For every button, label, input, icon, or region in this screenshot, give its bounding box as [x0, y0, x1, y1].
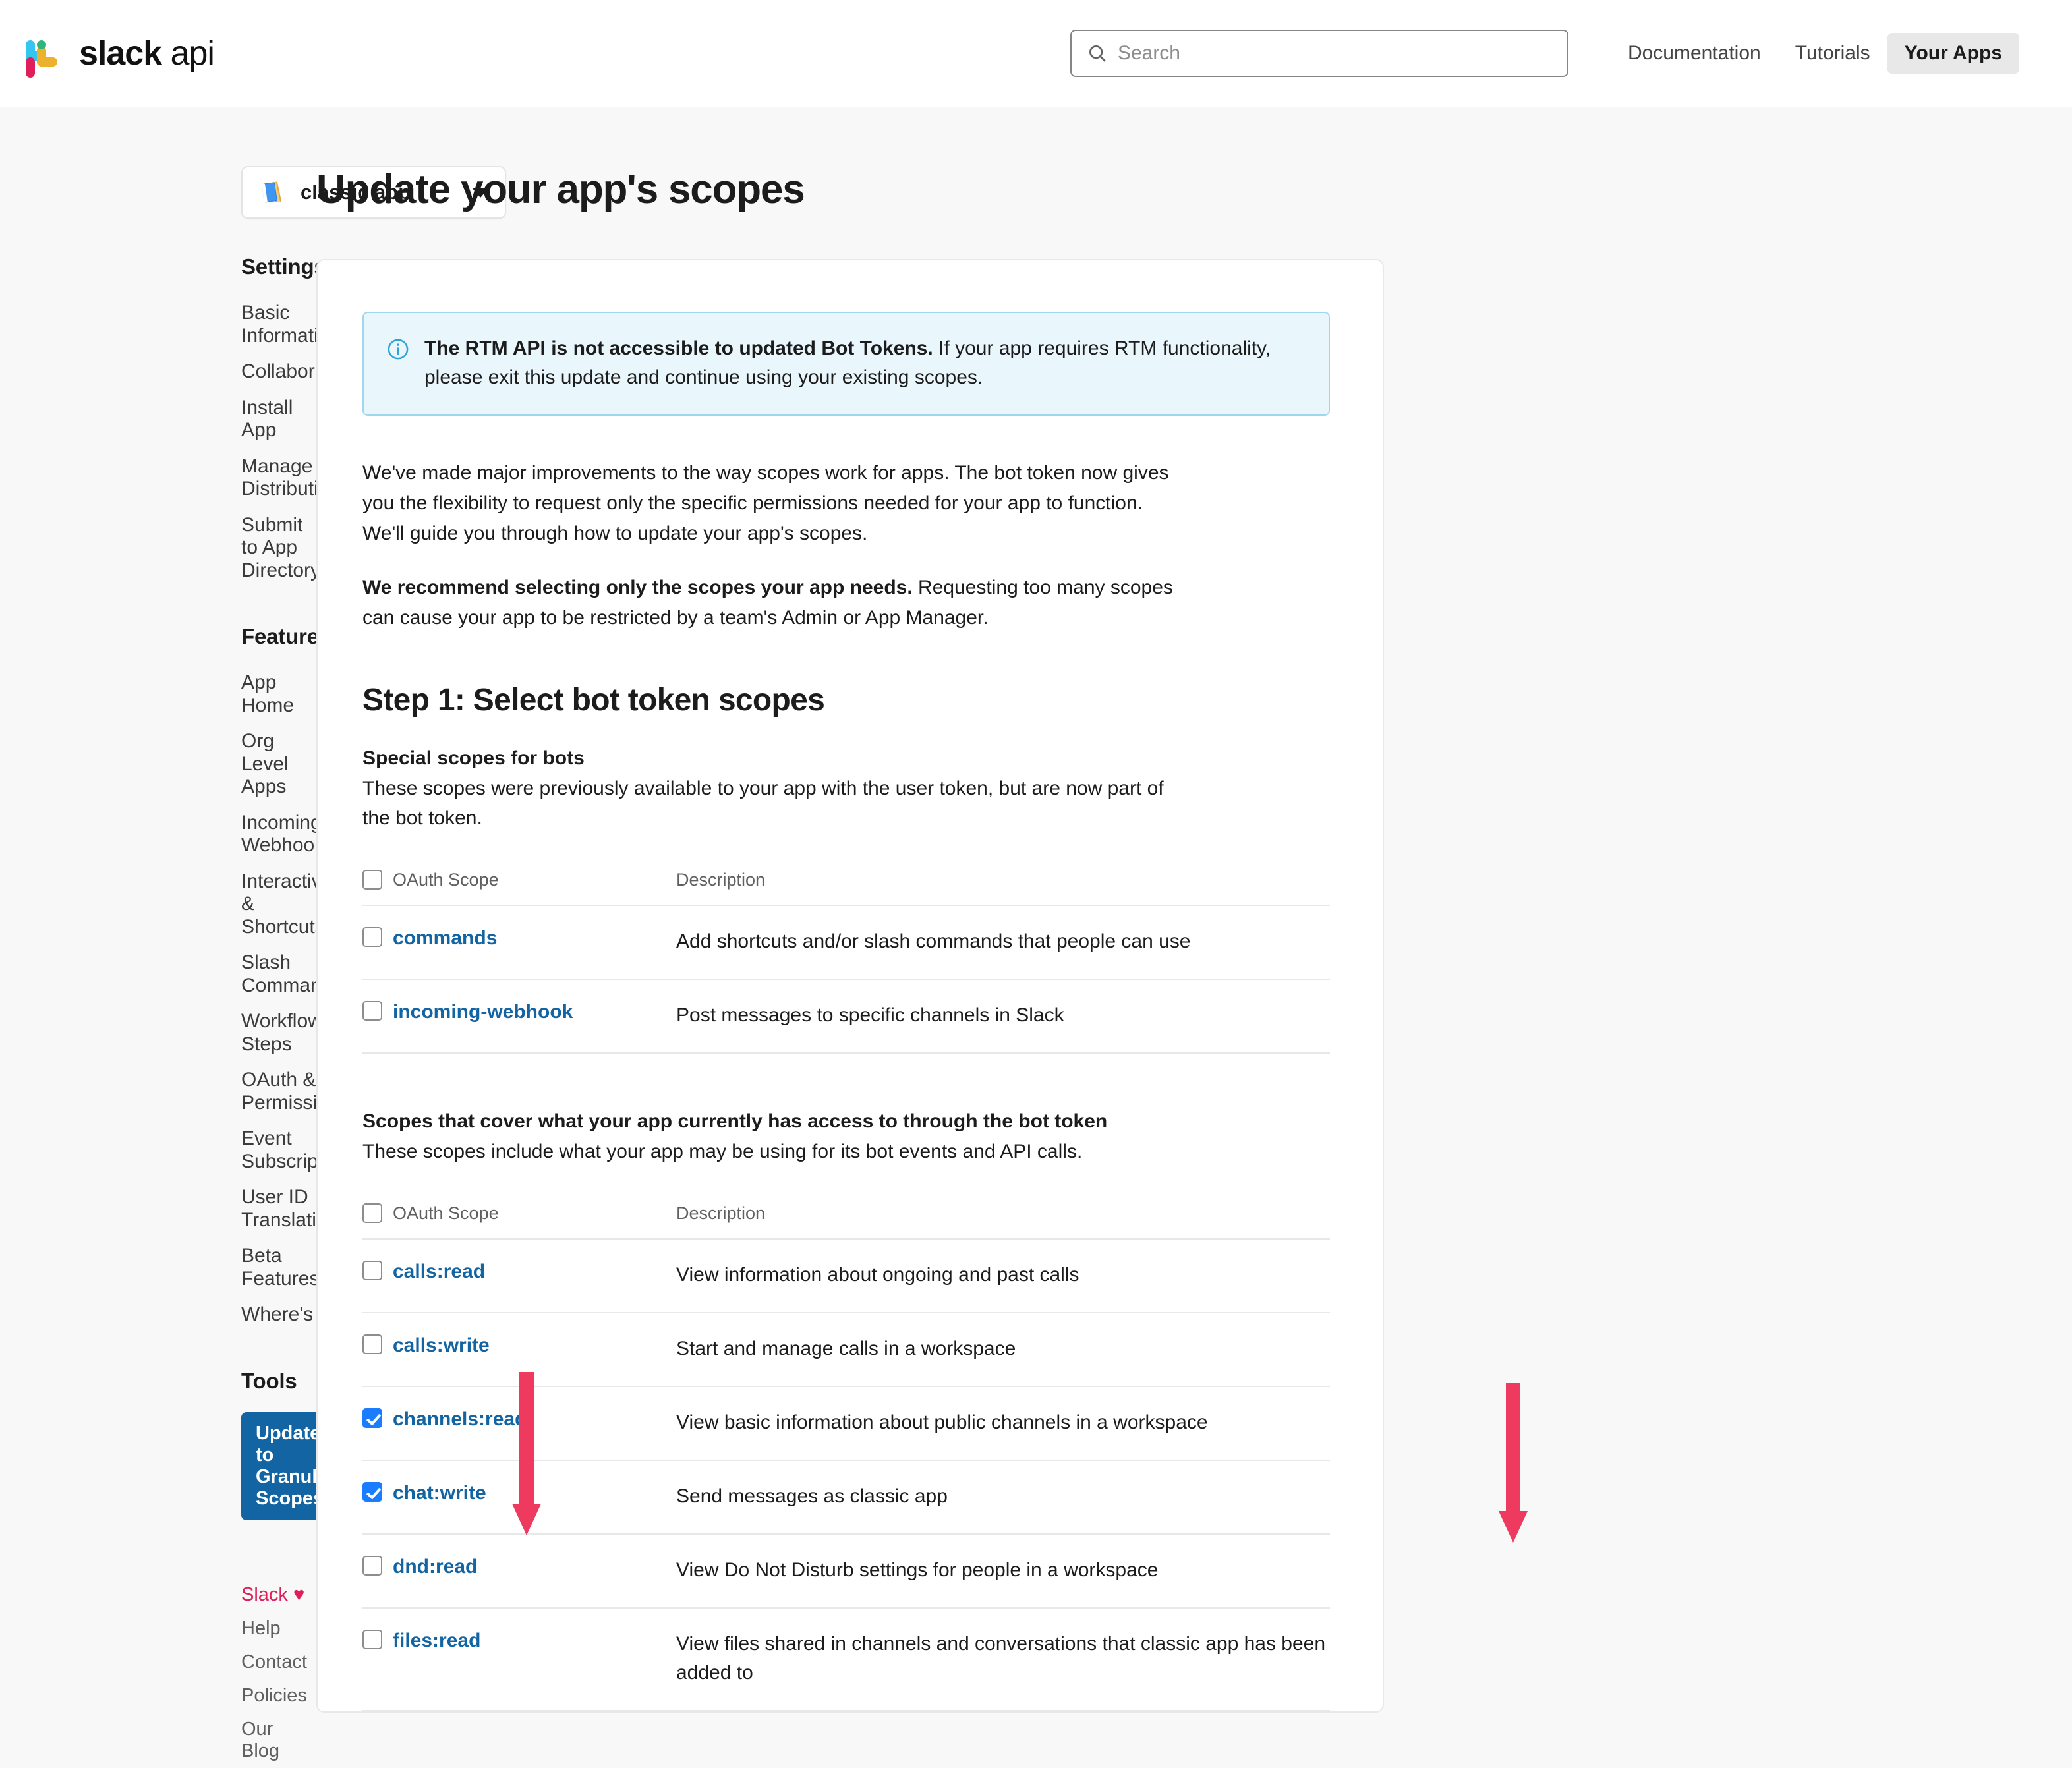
- books-emoji-icon: [262, 181, 281, 203]
- top-header-bar: slack api Documentation Tutorials Your A…: [0, 0, 2072, 107]
- table-header-row: OAuth Scope Description: [362, 1203, 1330, 1239]
- select-all-checkbox[interactable]: [362, 1203, 382, 1223]
- scope-description-calls-read: View information about ongoing and past …: [676, 1263, 1079, 1286]
- scope-description-calls-write: Start and manage calls in a workspace: [676, 1337, 1016, 1359]
- sidebar-item-workflow-steps[interactable]: Workflow Steps: [241, 1004, 322, 1062]
- sidebar-item-submit-to-app-directory[interactable]: Submit to App Directory: [241, 507, 320, 589]
- nav-link-tutorials[interactable]: Tutorials: [1778, 33, 1887, 74]
- scope-link-chat-write[interactable]: chat:write: [393, 1482, 486, 1504]
- select-all-header-cell: [362, 1203, 393, 1239]
- recommend-bold: We recommend selecting only the scopes y…: [362, 576, 913, 598]
- table-row: channels:read View basic information abo…: [362, 1386, 1330, 1461]
- sidebar-item-install-app[interactable]: Install App: [241, 390, 316, 449]
- scope-link-calls-read[interactable]: calls:read: [393, 1261, 485, 1282]
- sidebar-item-slash-commands[interactable]: Slash Commands: [241, 945, 342, 1004]
- scope-checkbox-dnd-read[interactable]: [362, 1556, 382, 1576]
- scope-link-calls-write[interactable]: calls:write: [393, 1334, 490, 1356]
- scope-checkbox-commands[interactable]: [362, 927, 382, 947]
- column-header-description: Description: [676, 1203, 766, 1223]
- select-all-header-cell: [362, 869, 393, 905]
- scope-checkbox-calls-write[interactable]: [362, 1334, 382, 1354]
- scope-description-incoming-webhook: Post messages to specific channels in Sl…: [676, 1004, 1064, 1026]
- scope-description-dnd-read: View Do Not Disturb settings for people …: [676, 1559, 1159, 1582]
- footer-link-policies[interactable]: Policies: [241, 1679, 316, 1713]
- table-row: commands Add shortcuts and/or slash comm…: [362, 905, 1330, 979]
- logo-word-slack: slack: [79, 34, 162, 72]
- scope-description-channels-read: View basic information about public chan…: [676, 1412, 1208, 1434]
- column-header-oauth-scope: OAuth Scope: [393, 1203, 499, 1223]
- sidebar: classic app Settings Basic Information C…: [0, 107, 506, 1768]
- section-desc-special-scopes: These scopes were previously available t…: [362, 777, 1164, 829]
- special-scopes-table: OAuth Scope Description commands Add sho…: [362, 869, 1330, 1054]
- sidebar-group-title-features: Features: [241, 624, 331, 648]
- page-body: classic app Settings Basic Information C…: [0, 107, 2072, 1768]
- table-row: incoming-webhook Post messages to specif…: [362, 979, 1330, 1053]
- page-title: Update your app's scopes: [316, 167, 805, 212]
- table-row: files:read View files shared in channels…: [362, 1608, 1330, 1711]
- rtm-notice-bold: The RTM API is not accessible to updated…: [424, 337, 933, 359]
- section-title-special-scopes: Special scopes for bots: [362, 747, 585, 769]
- sidebar-item-user-id-translation[interactable]: User ID Translation: [241, 1180, 338, 1238]
- info-circle-icon: [388, 339, 409, 360]
- scope-link-dnd-read[interactable]: dnd:read: [393, 1556, 477, 1578]
- nav-link-documentation[interactable]: Documentation: [1611, 33, 1778, 74]
- scope-checkbox-incoming-webhook[interactable]: [362, 1000, 382, 1021]
- search-input[interactable]: [1116, 42, 1551, 65]
- sidebar-item-beta-features[interactable]: Beta Features: [241, 1238, 319, 1297]
- scope-link-commands[interactable]: commands: [393, 927, 497, 949]
- sidebar-item-oauth-permissions[interactable]: OAuth & Permissions: [241, 1062, 349, 1121]
- scope-checkbox-channels-read[interactable]: [362, 1408, 382, 1429]
- sidebar-item-incoming-webhooks[interactable]: Incoming Webhooks: [241, 805, 334, 864]
- rtm-notice-text: The RTM API is not accessible to updated…: [424, 334, 1306, 392]
- rtm-api-notice-banner: The RTM API is not accessible to updated…: [362, 312, 1330, 416]
- slack-api-logo[interactable]: slack api: [24, 33, 215, 78]
- column-header-oauth-scope: OAuth Scope: [393, 869, 499, 890]
- logo-word-api: api: [170, 34, 215, 72]
- sidebar-item-manage-distribution[interactable]: Manage Distribution: [241, 449, 340, 507]
- sidebar-item-org-level-apps[interactable]: Org Level Apps: [241, 724, 316, 805]
- search-icon: [1089, 45, 1106, 62]
- logo-wordmark: slack api: [79, 34, 215, 72]
- sidebar-group-title-settings: Settings: [241, 254, 326, 279]
- step-1-title: Step 1: Select bot token scopes: [362, 682, 825, 718]
- sidebar-item-event-subscriptions[interactable]: Event Subscriptions: [241, 1121, 360, 1180]
- scope-link-files-read[interactable]: files:read: [393, 1630, 480, 1651]
- select-all-checkbox[interactable]: [362, 869, 382, 890]
- column-header-description: Description: [676, 869, 766, 890]
- slack-hash-logo-icon: [24, 33, 65, 78]
- sidebar-item-basic-information[interactable]: Basic Information: [241, 295, 340, 354]
- scope-link-channels-read[interactable]: channels:read: [393, 1408, 527, 1430]
- scopes-card: The RTM API is not accessible to updated…: [316, 259, 1384, 1713]
- scope-link-incoming-webhook[interactable]: incoming-webhook: [393, 1001, 573, 1023]
- scope-checkbox-chat-write[interactable]: [362, 1482, 382, 1502]
- scope-checkbox-calls-read[interactable]: [362, 1260, 382, 1280]
- sidebar-item-collaborators[interactable]: Collaborators: [241, 354, 359, 390]
- recommend-paragraph: We recommend selecting only the scopes y…: [362, 573, 1186, 633]
- sidebar-row-wheres-bot-user: Where's Bot User ?: [241, 1297, 435, 1333]
- sidebar-item-interactivity-shortcuts[interactable]: Interactivity & Shortcuts: [241, 864, 341, 946]
- section-desc-current-access-scopes: These scopes include what your app may b…: [362, 1140, 1083, 1162]
- search-box[interactable]: [1070, 30, 1568, 77]
- sidebar-item-app-home[interactable]: App Home: [241, 665, 316, 724]
- table-row: calls:write Start and manage calls in a …: [362, 1313, 1330, 1387]
- bot-token-scopes-table: OAuth Scope Description calls:read View …: [362, 1203, 1330, 1712]
- footer-link-contact[interactable]: Contact: [241, 1645, 316, 1679]
- table-row: dnd:read View Do Not Disturb settings fo…: [362, 1534, 1330, 1609]
- scope-description-chat-write: Send messages as classic app: [676, 1485, 948, 1508]
- section-title-current-access-scopes: Scopes that cover what your app currentl…: [362, 1110, 1108, 1132]
- scope-checkbox-files-read[interactable]: [362, 1630, 382, 1650]
- scope-description-files-read: View files shared in channels and conver…: [676, 1633, 1326, 1684]
- table-header-row: OAuth Scope Description: [362, 869, 1330, 905]
- main-content: Update your app's scopes The RTM API is …: [316, 107, 1384, 1768]
- table-row: chat:write Send messages as classic app: [362, 1460, 1330, 1535]
- footer-link-our-blog[interactable]: Our Blog: [241, 1713, 316, 1768]
- table-row: calls:read View information about ongoin…: [362, 1239, 1330, 1313]
- sidebar-group-title-tools: Tools: [241, 1368, 297, 1393]
- scope-description-commands: Add shortcuts and/or slash commands that…: [676, 930, 1191, 952]
- intro-paragraph: We've made major improvements to the way…: [362, 462, 1169, 544]
- top-navigation: Documentation Tutorials Your Apps: [1070, 30, 2019, 77]
- footer-link-help[interactable]: Help: [241, 1612, 316, 1645]
- nav-link-your-apps[interactable]: Your Apps: [1887, 33, 2019, 74]
